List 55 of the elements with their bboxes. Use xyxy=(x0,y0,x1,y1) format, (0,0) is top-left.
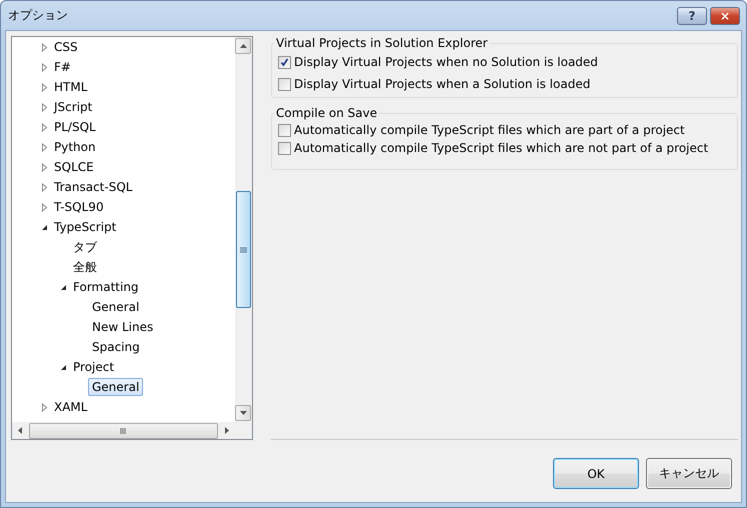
tree-item[interactable]: TypeScript xyxy=(50,218,120,236)
tree-item[interactable]: F# xyxy=(50,58,75,76)
collapsed-arrow-icon[interactable] xyxy=(39,142,50,152)
tree-item[interactable]: T-SQL90 xyxy=(50,198,108,216)
close-button[interactable]: × xyxy=(710,6,740,24)
group-title: Compile on Save xyxy=(275,106,378,120)
tree-item[interactable]: New Lines xyxy=(88,318,158,336)
collapsed-arrow-icon[interactable] xyxy=(39,182,50,192)
checkbox[interactable] xyxy=(278,124,291,136)
checkbox[interactable] xyxy=(278,56,291,68)
collapsed-arrow-icon[interactable] xyxy=(39,42,50,52)
collapsed-arrow-icon[interactable] xyxy=(39,82,50,92)
up-arrow-icon xyxy=(240,44,246,48)
collapsed-arrow-icon[interactable] xyxy=(39,202,50,212)
tree-item[interactable]: JScript xyxy=(50,98,96,116)
checkbox-label: Automatically compile TypeScript files which are part of a project xyxy=(294,123,685,137)
checkbox[interactable] xyxy=(278,142,291,154)
tree-item[interactable]: SQLCE xyxy=(50,158,98,176)
scroll-thumb[interactable] xyxy=(29,422,218,438)
collapsed-arrow-icon[interactable] xyxy=(39,162,50,172)
grip-icon xyxy=(240,246,247,252)
tree-item[interactable]: CSS xyxy=(50,38,82,56)
collapsed-arrow-icon[interactable] xyxy=(39,122,50,132)
collapsed-arrow-icon[interactable] xyxy=(39,102,50,112)
checkbox-label: Display Virtual Projects when a Solution is loaded xyxy=(294,77,590,91)
tree-item[interactable]: XAML xyxy=(50,398,92,416)
checkbox-label: Display Virtual Projects when no Solution is loaded xyxy=(294,55,598,69)
help-button[interactable]: ? xyxy=(677,6,707,24)
tree-item[interactable]: HTML xyxy=(50,78,92,96)
horizontal-scrollbar[interactable] xyxy=(12,422,235,439)
tree-item[interactable]: Transact-SQL xyxy=(50,178,136,196)
tree-item[interactable]: Spacing xyxy=(88,338,144,356)
tree-item[interactable]: General xyxy=(88,378,144,396)
window-title: オプション xyxy=(8,7,69,24)
scroll-down-button[interactable] xyxy=(235,405,251,421)
scroll-up-button[interactable] xyxy=(235,38,251,54)
cancel-button[interactable]: キャンセル xyxy=(646,458,732,489)
collapsed-arrow-icon[interactable] xyxy=(39,62,50,72)
tree-item[interactable]: タブ xyxy=(69,236,101,258)
scroll-thumb[interactable] xyxy=(236,191,251,308)
collapsed-arrow-icon[interactable] xyxy=(39,402,50,412)
tree-item[interactable]: PL/SQL xyxy=(50,118,100,136)
down-arrow-icon xyxy=(240,411,246,415)
tree-item[interactable]: Python xyxy=(50,138,100,156)
ok-button[interactable]: OK xyxy=(553,458,639,489)
scrollbar-corner xyxy=(235,422,252,439)
checkbox-label: Automatically compile TypeScript files which are not part of a project xyxy=(294,141,708,155)
tree-item[interactable]: 全般 xyxy=(69,256,101,278)
tree-item[interactable]: Formatting xyxy=(69,278,143,296)
group-title: Virtual Projects in Solution Explorer xyxy=(275,36,489,50)
vertical-scrollbar[interactable] xyxy=(235,37,252,422)
checkbox[interactable] xyxy=(278,78,291,90)
grip-icon xyxy=(120,428,127,434)
tree-item[interactable]: Project xyxy=(69,358,118,376)
tree-item[interactable]: General xyxy=(88,298,144,316)
